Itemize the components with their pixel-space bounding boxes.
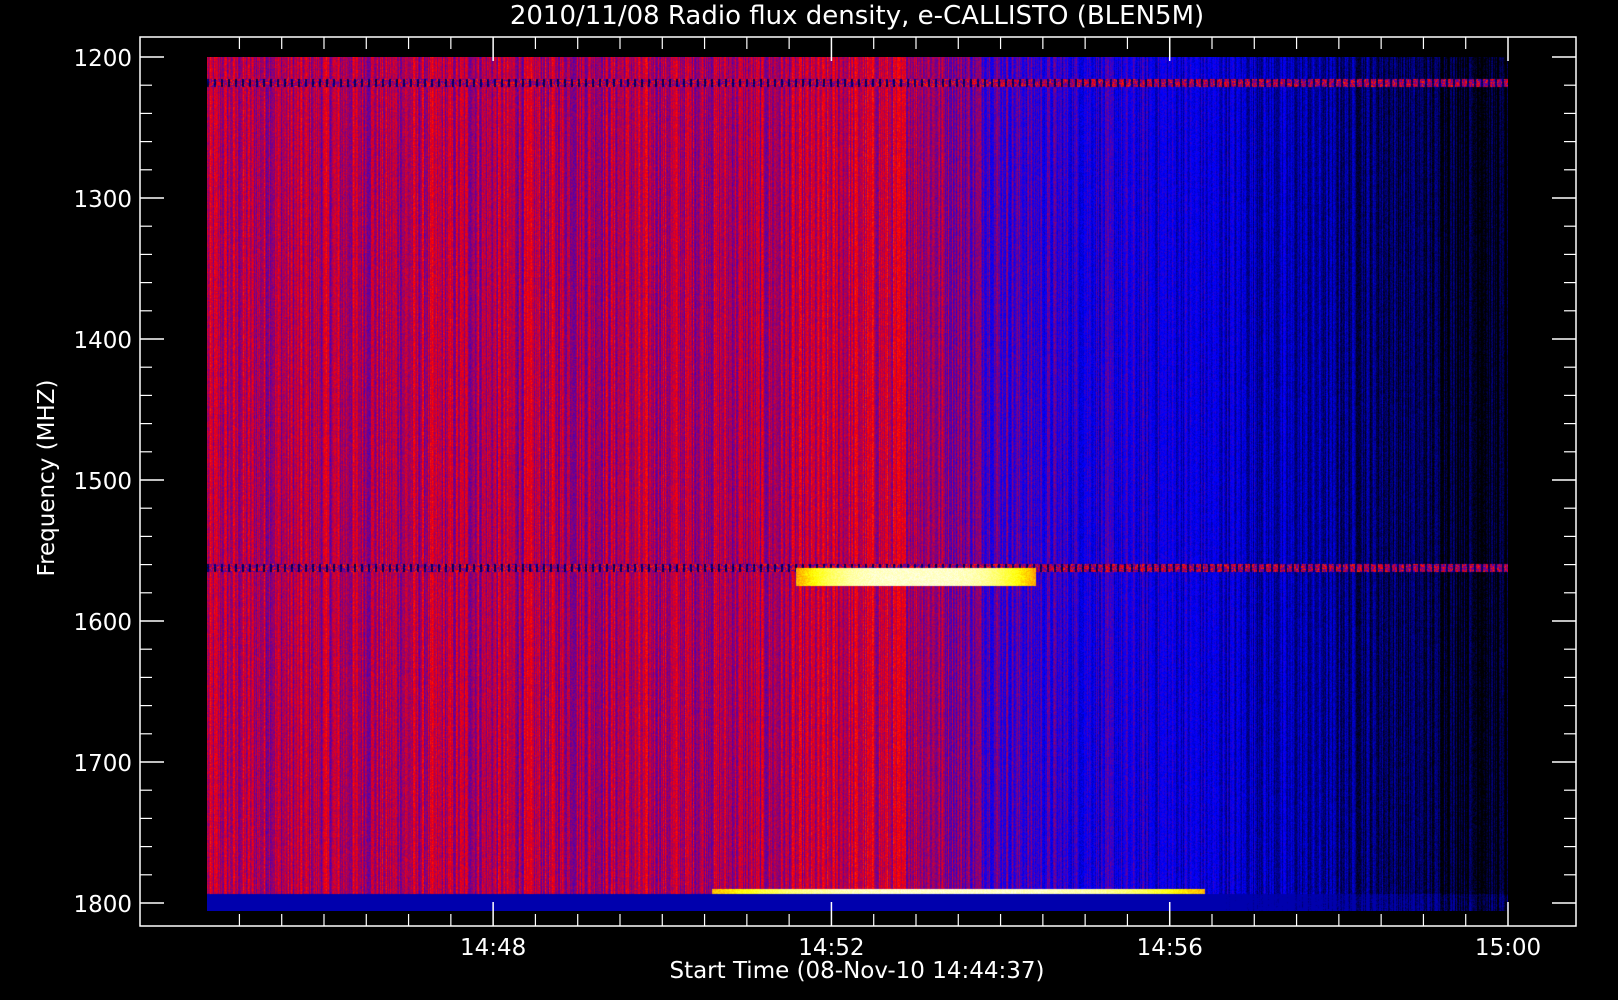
y-tick-label: 1700 — [73, 751, 132, 777]
y-tick-label: 1500 — [73, 469, 132, 495]
spectrogram-chart: 2010/11/08 Radio flux density, e-CALLIST… — [34, 1, 1577, 984]
x-tick-label: 15:00 — [1475, 935, 1541, 961]
chart-title: 2010/11/08 Radio flux density, e-CALLIST… — [510, 1, 1204, 31]
x-tick-label: 14:48 — [460, 935, 526, 961]
x-axis-label: Start Time (08-Nov-10 14:44:37) — [669, 958, 1044, 984]
y-tick-label: 1600 — [73, 610, 132, 636]
y-tick-label: 1200 — [73, 46, 132, 72]
spectrogram-raster — [207, 57, 1508, 911]
y-axis-label: Frequency (MHZ) — [34, 380, 60, 577]
y-tick-label: 1800 — [73, 892, 132, 918]
y-tick-label: 1400 — [73, 328, 132, 354]
x-tick-label: 14:56 — [1137, 935, 1203, 961]
spectrogram-image — [207, 57, 1508, 911]
y-tick-label: 1300 — [73, 187, 132, 213]
